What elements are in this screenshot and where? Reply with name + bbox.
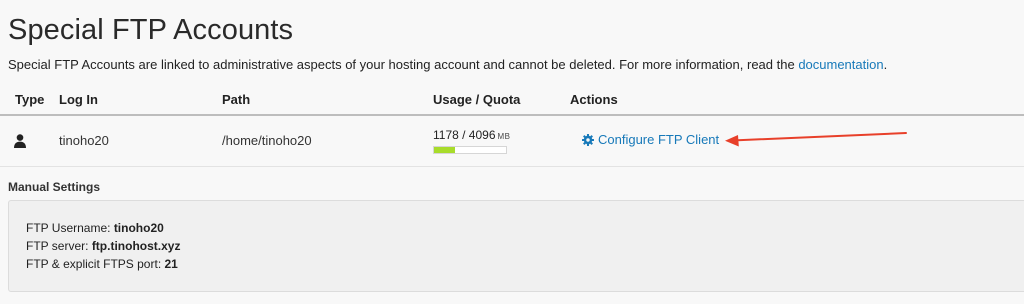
header-usage-quota: Usage / Quota bbox=[433, 92, 521, 107]
page-description: Special FTP Accounts are linked to admin… bbox=[8, 57, 887, 72]
manual-settings-title: Manual Settings bbox=[8, 180, 101, 194]
ftp-server-value: ftp.tinohost.xyz bbox=[91, 239, 181, 253]
ftp-port-line: FTP & explicit FTPS port: 21 bbox=[26, 257, 178, 271]
configure-ftp-client-link[interactable]: Configure FTP Client bbox=[582, 132, 719, 147]
header-actions: Actions bbox=[570, 92, 618, 107]
annotation-arrow bbox=[725, 132, 907, 147]
ftp-server-line: FTP server: ftp.tinohost.xyz bbox=[26, 239, 180, 253]
header-type: Type bbox=[15, 92, 45, 107]
ftp-username-value: tinoho20 bbox=[113, 221, 164, 235]
documentation-link[interactable]: documentation bbox=[798, 57, 883, 72]
description-text: Special FTP Accounts are linked to admin… bbox=[8, 57, 799, 72]
usage-value: 1178 / 4096 bbox=[433, 128, 496, 142]
manual-settings-panel: FTP Username: tinoho20 FTP server: ftp.t… bbox=[8, 200, 1024, 292]
row-login: tinoho20 bbox=[59, 133, 109, 148]
configure-ftp-client-label: Configure FTP Client bbox=[598, 132, 720, 147]
header-login: Log In bbox=[59, 92, 98, 107]
quota-progress-fill bbox=[434, 147, 455, 153]
table-header: Type Log In Path Usage / Quota Actions bbox=[0, 84, 1024, 116]
ftp-username-label: FTP Username: bbox=[26, 221, 111, 235]
quota-progress-bar bbox=[433, 146, 507, 154]
ftp-port-value: 21 bbox=[164, 257, 178, 271]
row-path: /home/tinoho20 bbox=[222, 133, 312, 148]
header-path: Path bbox=[222, 92, 251, 107]
page-title: Special FTP Accounts bbox=[8, 14, 294, 46]
gear-icon bbox=[582, 133, 594, 146]
ftp-username-line: FTP Username: tinoho20 bbox=[26, 221, 164, 235]
user-icon bbox=[14, 134, 26, 148]
ftp-server-label: FTP server: bbox=[26, 239, 89, 253]
description-end: . bbox=[883, 57, 888, 72]
row-usage: 1178 / 4096 MB bbox=[433, 128, 511, 142]
ftp-port-label: FTP & explicit FTPS port: bbox=[26, 257, 162, 271]
usage-unit: MB bbox=[497, 132, 511, 141]
ftp-accounts-table: Type Log In Path Usage / Quota Actions t… bbox=[0, 84, 1024, 167]
